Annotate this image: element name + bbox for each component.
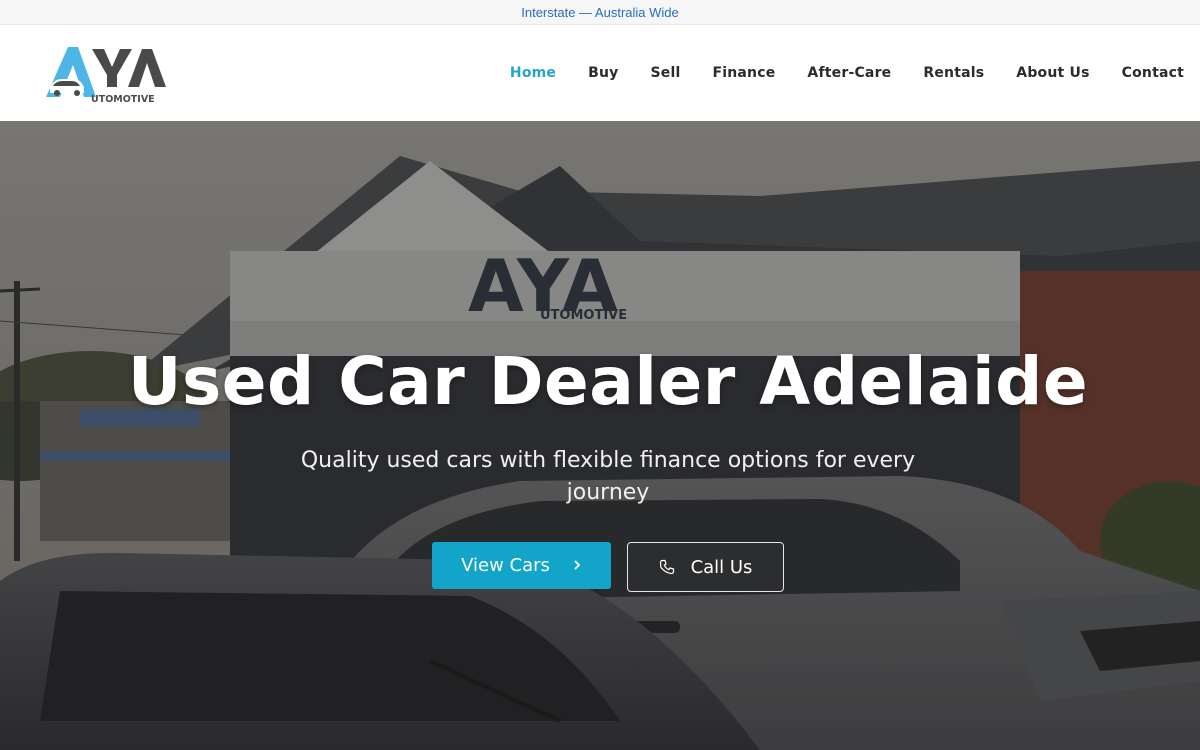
view-cars-label: View Cars bbox=[461, 555, 550, 576]
logo-subtext: UTOMOTIVE bbox=[91, 94, 155, 103]
main-nav: Home Buy Sell Finance After-Care Rentals… bbox=[478, 25, 1184, 121]
nav-sell[interactable]: Sell bbox=[651, 65, 681, 81]
nav-contact[interactable]: Contact bbox=[1122, 65, 1184, 81]
hero-subtitle: Quality used cars with flexible finance … bbox=[300, 448, 916, 505]
hero-section: AYA UTOMOTIVE Used Car Dealer Adelaide Q… bbox=[0, 121, 1200, 750]
nav-after-care[interactable]: After-Care bbox=[807, 65, 891, 81]
announcement-link[interactable]: Interstate — Australia Wide bbox=[521, 5, 679, 20]
hero-title: Used Car Dealer Adelaide bbox=[127, 343, 1089, 420]
aya-automotive-logo[interactable]: UTOMOTIVE bbox=[44, 45, 166, 105]
view-cars-button[interactable]: View Cars bbox=[432, 542, 611, 589]
nav-home[interactable]: Home bbox=[510, 65, 556, 81]
nav-finance[interactable]: Finance bbox=[712, 65, 775, 81]
chevron-right-icon bbox=[572, 556, 582, 575]
nav-rentals[interactable]: Rentals bbox=[923, 65, 984, 81]
site-header: UTOMOTIVE Home Buy Sell Finance After-Ca… bbox=[0, 25, 1200, 121]
call-us-button[interactable]: Call Us bbox=[627, 542, 784, 592]
nav-buy[interactable]: Buy bbox=[588, 65, 618, 81]
nav-about-us[interactable]: About Us bbox=[1016, 65, 1089, 81]
call-us-label: Call Us bbox=[690, 556, 753, 578]
hero-content: Used Car Dealer Adelaide Quality used ca… bbox=[0, 121, 1200, 750]
phone-icon bbox=[659, 559, 675, 575]
announcement-bar: Interstate — Australia Wide bbox=[0, 0, 1200, 25]
